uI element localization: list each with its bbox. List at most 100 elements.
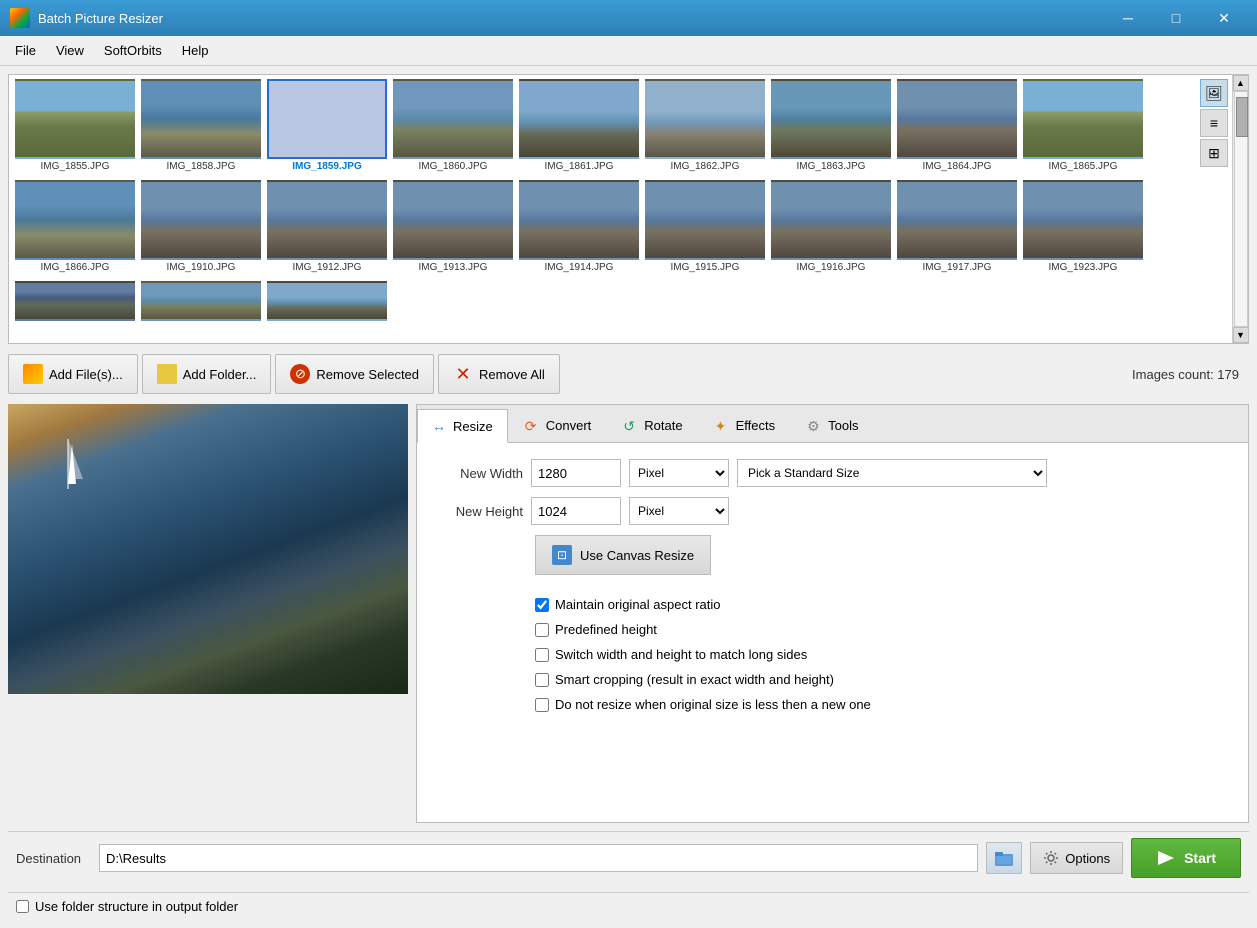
tab-effects[interactable]: ✦ Effects (700, 408, 791, 442)
image-filename: IMG_1862.JPG (645, 161, 765, 172)
menu-file[interactable]: File (5, 39, 46, 62)
maximize-button[interactable]: □ (1153, 0, 1199, 36)
predefined-height-label: Predefined height (555, 622, 657, 637)
list-item[interactable]: IMG_1864.JPG (895, 79, 1019, 172)
thumbnail[interactable] (15, 180, 135, 260)
start-arrow-icon (1156, 849, 1176, 867)
standard-size-select[interactable]: Pick a Standard Size 800x600 1024x768 12… (737, 459, 1047, 487)
height-row: New Height Pixel Percent Inch Cm (433, 497, 1232, 525)
scroll-down-button[interactable]: ▼ (1233, 327, 1249, 343)
thumbnail[interactable] (393, 180, 513, 260)
height-input[interactable] (531, 497, 621, 525)
list-item[interactable]: IMG_1860.JPG (391, 79, 515, 172)
image-filename: IMG_1923.JPG (1023, 262, 1143, 273)
width-unit-select[interactable]: Pixel Percent Inch Cm (629, 459, 729, 487)
scroll-track[interactable] (1234, 91, 1248, 327)
list-item[interactable]: IMG_1913.JPG (391, 180, 515, 273)
menu-softorbits[interactable]: SoftOrbits (94, 39, 172, 62)
list-item[interactable]: IMG_1915.JPG (643, 180, 767, 273)
destination-bar: Destination Options Start (8, 831, 1249, 884)
thumbnail[interactable] (267, 281, 387, 321)
smart-crop-checkbox[interactable] (535, 673, 549, 687)
thumbnail[interactable] (519, 180, 639, 260)
list-item[interactable]: IMG_1861.JPG (517, 79, 641, 172)
list-item[interactable]: IMG_1912.JPG (265, 180, 389, 273)
add-files-button[interactable]: Add File(s)... (8, 354, 138, 394)
list-view-button[interactable]: ≡ (1200, 109, 1228, 137)
list-item[interactable]: IMG_1866.JPG (13, 180, 137, 273)
thumbnail[interactable] (897, 180, 1017, 260)
thumbnail[interactable] (645, 180, 765, 260)
list-item[interactable]: IMG_1865.JPG (1021, 79, 1145, 172)
switch-sides-checkbox[interactable] (535, 648, 549, 662)
list-item[interactable]: IMG_1914.JPG (517, 180, 641, 273)
folder-structure-checkbox[interactable] (16, 900, 29, 913)
list-item[interactable]: IMG_1916.JPG (769, 180, 893, 273)
list-item[interactable]: IMG_1862.JPG (643, 79, 767, 172)
thumbnail[interactable] (771, 79, 891, 159)
new-width-label: New Width (433, 466, 523, 481)
list-item[interactable] (265, 281, 389, 321)
thumbnail[interactable] (15, 281, 135, 321)
destination-browse-button[interactable] (986, 842, 1022, 874)
list-item[interactable] (13, 281, 137, 321)
thumbnail[interactable] (645, 79, 765, 159)
gallery-scrollbar[interactable]: ▲ ▼ (1232, 75, 1248, 343)
tab-convert[interactable]: ⟳ Convert (510, 408, 607, 442)
destination-input[interactable] (99, 844, 978, 872)
thumbnail[interactable] (267, 180, 387, 260)
thumbnail[interactable] (519, 79, 639, 159)
width-row: New Width Pixel Percent Inch Cm Pick a S… (433, 459, 1232, 487)
start-button[interactable]: Start (1131, 838, 1241, 878)
tab-effects-label: Effects (736, 418, 776, 433)
predefined-height-checkbox[interactable] (535, 623, 549, 637)
no-resize-checkbox[interactable] (535, 698, 549, 712)
canvas-resize-label: Use Canvas Resize (580, 548, 694, 563)
maintain-aspect-checkbox[interactable] (535, 598, 549, 612)
list-item[interactable]: IMG_1910.JPG (139, 180, 263, 273)
remove-all-button[interactable]: ✕ Remove All (438, 354, 560, 394)
tab-rotate[interactable]: ↺ Rotate (608, 408, 697, 442)
canvas-resize-button[interactable]: ⊡ Use Canvas Resize (535, 535, 711, 575)
add-folder-button[interactable]: Add Folder... (142, 354, 272, 394)
menu-view[interactable]: View (46, 39, 94, 62)
list-item[interactable]: IMG_1917.JPG (895, 180, 1019, 273)
tab-resize[interactable]: ↔ Resize (417, 409, 508, 443)
grid-view-button[interactable]: ⊞ (1200, 139, 1228, 167)
close-button[interactable]: ✕ (1201, 0, 1247, 36)
remove-selected-button[interactable]: ⊘ Remove Selected (275, 354, 434, 394)
thumbnail[interactable] (1023, 180, 1143, 260)
preview-image (8, 404, 408, 694)
list-item[interactable]: IMG_1923.JPG (1021, 180, 1145, 273)
thumbnail[interactable] (141, 281, 261, 321)
list-item[interactable]: IMG_1863.JPG (769, 79, 893, 172)
scroll-thumb[interactable] (1236, 97, 1248, 137)
list-item[interactable]: IMG_1855.JPG (13, 79, 137, 172)
thumbnail[interactable] (897, 79, 1017, 159)
image-filename: IMG_1913.JPG (393, 262, 513, 273)
resize-icon: ↔ (432, 418, 448, 434)
scroll-up-button[interactable]: ▲ (1233, 75, 1249, 91)
list-item[interactable]: IMG_1858.JPG (139, 79, 263, 172)
width-input[interactable] (531, 459, 621, 487)
height-unit-select[interactable]: Pixel Percent Inch Cm (629, 497, 729, 525)
options-button[interactable]: Options (1030, 842, 1123, 874)
menu-help[interactable]: Help (172, 39, 219, 62)
list-item[interactable]: IMG_1859.JPG (265, 79, 389, 172)
no-resize-row: Do not resize when original size is less… (433, 697, 1232, 712)
list-item[interactable] (139, 281, 263, 321)
thumbnail[interactable] (141, 79, 261, 159)
thumbnail[interactable] (15, 79, 135, 159)
thumbnail[interactable] (267, 79, 387, 159)
thumbnail[interactable] (1023, 79, 1143, 159)
thumbnail[interactable] (771, 180, 891, 260)
smart-crop-row: Smart cropping (result in exact width an… (433, 672, 1232, 687)
thumbnail-view-button[interactable]: 🖼 (1200, 79, 1228, 107)
tab-tools[interactable]: ⚙ Tools (792, 408, 873, 442)
remove-selected-icon: ⊘ (290, 364, 310, 384)
thumbnail[interactable] (393, 79, 513, 159)
thumbnail[interactable] (141, 180, 261, 260)
minimize-button[interactable]: ─ (1105, 0, 1151, 36)
options-label: Options (1065, 851, 1110, 866)
convert-icon: ⟳ (525, 418, 541, 434)
